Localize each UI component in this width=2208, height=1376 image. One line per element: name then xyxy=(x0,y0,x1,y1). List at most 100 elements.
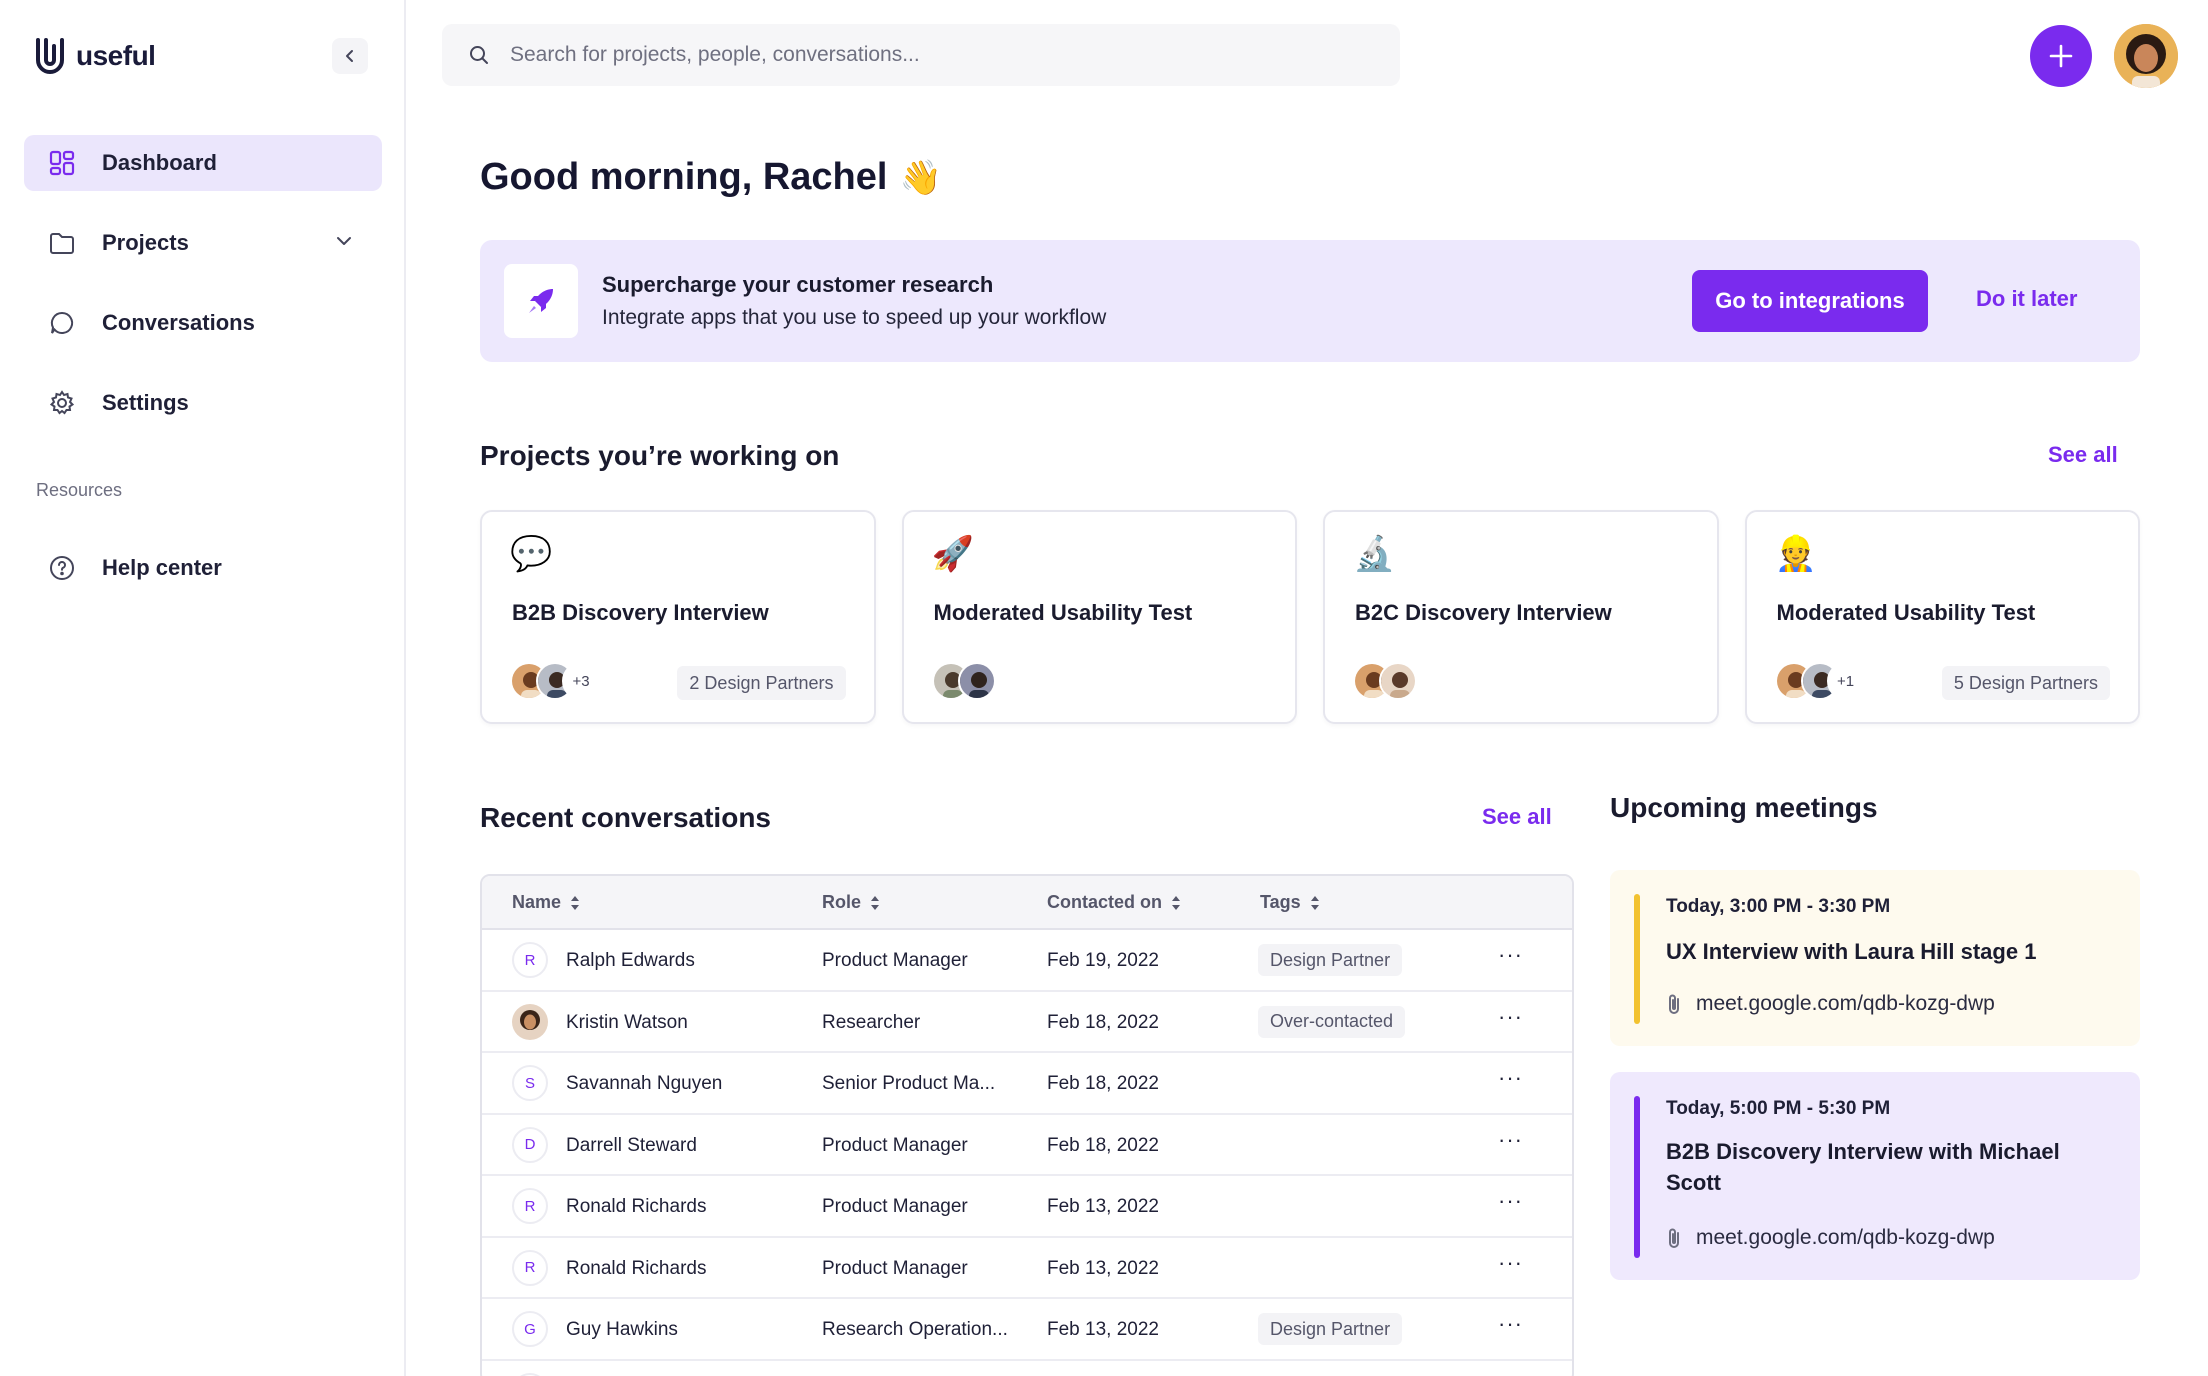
conversations-section-title: Recent conversations xyxy=(480,802,771,833)
project-card[interactable]: 👷 Moderated Usability Test +1 5 Design P… xyxy=(1744,510,2140,724)
more-actions-icon[interactable]: ··· xyxy=(1498,1127,1523,1153)
contacted-date: Feb 18, 2022 xyxy=(1047,1011,1159,1033)
contact-role: Researcher xyxy=(822,1011,921,1033)
table-row[interactable]: G Guy Hawkins Research Operation... Feb … xyxy=(482,1299,1572,1361)
table-row[interactable]: S Savannah Nguyen Senior Product Ma... F… xyxy=(482,1053,1572,1115)
table-row[interactable]: R Ronald Richards Product Manager Feb 13… xyxy=(482,1176,1572,1238)
sidebar-item-label: Settings xyxy=(102,390,189,415)
meeting-title: UX Interview with Laura Hill stage 1 xyxy=(1666,939,2037,964)
table-row[interactable]: D Darrell Steward Product Manager Feb 18… xyxy=(482,1115,1572,1176)
meeting-time: Today, 3:00 PM - 3:30 PM xyxy=(1666,896,1891,917)
sidebar-item-label: Conversations xyxy=(102,310,255,335)
sidebar-item-settings[interactable]: Settings xyxy=(24,375,382,431)
more-actions-icon[interactable]: ··· xyxy=(1498,1065,1523,1091)
meeting-accent-bar xyxy=(1634,1096,1640,1258)
contacted-date: Feb 13, 2022 xyxy=(1047,1196,1159,1217)
chat-bubble-icon xyxy=(48,309,76,337)
sidebar-item-dashboard[interactable]: Dashboard xyxy=(24,135,382,191)
tag-badge: Design Partner xyxy=(1258,944,1403,976)
app-logo[interactable]: useful xyxy=(34,34,156,78)
project-members: +3 xyxy=(510,662,600,700)
more-actions-icon[interactable]: ··· xyxy=(1498,1250,1523,1276)
column-header-tags[interactable]: Tags xyxy=(1260,892,1321,913)
contact-name: Guy Hawkins xyxy=(566,1319,678,1340)
contact-name: Darrell Steward xyxy=(566,1134,697,1156)
contacted-date: Feb 18, 2022 xyxy=(1047,1134,1159,1156)
logo-mark-icon xyxy=(36,38,64,74)
add-new-button[interactable] xyxy=(2030,25,2092,87)
contact-photo-avatar xyxy=(512,1003,548,1040)
meeting-card[interactable]: Today, 5:00 PM - 5:30 PM B2B Discovery I… xyxy=(1610,1072,2140,1280)
sidebar-item-label: Projects xyxy=(102,230,189,255)
project-name: Moderated Usability Test xyxy=(1776,600,2036,625)
member-avatar xyxy=(1379,662,1417,700)
do-it-later-button[interactable]: Do it later xyxy=(1976,286,2077,312)
sidebar-item-conversations[interactable]: Conversations xyxy=(24,295,382,351)
column-header-name[interactable]: Name xyxy=(512,892,581,913)
collapse-sidebar-button[interactable] xyxy=(332,38,368,74)
contact-role: Product Manager xyxy=(822,950,968,971)
dashboard-icon xyxy=(48,149,76,177)
waving-hand-emoji: 👋 xyxy=(899,158,942,197)
projects-see-all-link[interactable]: See all xyxy=(2048,442,2118,468)
search-icon xyxy=(470,46,488,64)
rocket-icon xyxy=(504,264,578,338)
table-row[interactable]: Kristin Watson Researcher Feb 18, 2022 O… xyxy=(482,992,1572,1053)
project-card[interactable]: 💬 B2B Discovery Interview +3 2 Design Pa… xyxy=(480,510,876,724)
project-cards: 💬 B2B Discovery Interview +3 2 Design Pa… xyxy=(480,510,2140,726)
help-section: Help center xyxy=(24,540,382,620)
sidebar-item-label: Dashboard xyxy=(102,150,217,175)
search-bar[interactable] xyxy=(442,24,1400,86)
more-actions-icon[interactable]: ··· xyxy=(1498,942,1523,968)
resources-heading: Resources xyxy=(36,480,123,500)
sort-icon xyxy=(871,895,880,910)
chevron-down-icon[interactable] xyxy=(334,231,354,256)
project-card[interactable]: 🔬 B2C Discovery Interview xyxy=(1323,510,1719,724)
integrations-banner: Supercharge your customer research Integ… xyxy=(480,240,2140,362)
rocket-emoji: 🚀 xyxy=(931,535,974,573)
search-input[interactable] xyxy=(510,43,1310,67)
sort-icon xyxy=(1172,895,1180,910)
project-members xyxy=(931,662,996,700)
go-to-integrations-button[interactable]: Go to integrations xyxy=(1692,270,1928,332)
project-name: Moderated Usability Test xyxy=(933,600,1193,625)
meeting-link[interactable]: meet.google.com/qdb-kozg-dwp xyxy=(1666,1226,1995,1250)
more-actions-icon[interactable]: ··· xyxy=(1498,1311,1523,1337)
tag-badge: Over-contacted xyxy=(1258,1005,1406,1038)
meeting-card[interactable]: Today, 3:00 PM - 3:30 PM UX Interview wi… xyxy=(1610,870,2140,1046)
contact-initial-avatar: R xyxy=(512,1188,548,1224)
contact-name: Ronald Richards xyxy=(566,1196,707,1217)
contact-initial-avatar: R xyxy=(512,942,548,978)
folder-icon xyxy=(48,229,76,257)
user-avatar[interactable] xyxy=(2114,24,2178,88)
construction-worker-emoji: 👷 xyxy=(1774,535,1817,573)
microscope-emoji: 🔬 xyxy=(1353,535,1396,573)
contact-initial-avatar: R xyxy=(512,1249,548,1286)
meeting-link[interactable]: meet.google.com/qdb-kozg-dwp xyxy=(1666,992,1995,1016)
column-header-role[interactable]: Role xyxy=(822,892,881,913)
table-row[interactable]: R Ronald Richards Product Manager Feb 13… xyxy=(482,1238,1572,1299)
members-more-count: +3 xyxy=(562,662,600,700)
table-row[interactable]: R Ralph Edwards Product Manager Feb 19, … xyxy=(482,930,1572,992)
table-row[interactable] xyxy=(482,1361,1572,1376)
projects-section-title: Projects you’re working on xyxy=(480,440,840,471)
user-avatar-photo xyxy=(2114,24,2178,88)
table-header: Name Role Contacted on Tags xyxy=(482,876,1572,930)
column-header-contacted-on[interactable]: Contacted on xyxy=(1047,892,1182,913)
member-avatar xyxy=(957,662,996,700)
members-more-count: +1 xyxy=(1826,662,1865,700)
more-actions-icon[interactable]: ··· xyxy=(1498,1004,1523,1030)
help-circle-icon xyxy=(48,554,76,582)
conversations-see-all-link[interactable]: See all xyxy=(1482,804,1552,830)
project-card[interactable]: 🚀 Moderated Usability Test xyxy=(901,510,1297,724)
speech-bubble-emoji: 💬 xyxy=(510,535,553,573)
meeting-link-url: meet.google.com/qdb-kozg-dwp xyxy=(1696,1226,1995,1249)
more-actions-icon[interactable]: ··· xyxy=(1498,1188,1523,1214)
sidebar-item-help-center[interactable]: Help center xyxy=(24,540,382,596)
contact-role: Senior Product Ma... xyxy=(822,1073,996,1094)
chevron-left-icon xyxy=(346,50,353,62)
design-partners-badge: 2 Design Partners xyxy=(677,666,846,700)
sidebar-item-projects[interactable]: Projects xyxy=(24,215,382,271)
contact-initial-avatar: S xyxy=(512,1065,548,1101)
contact-name: Ralph Edwards xyxy=(566,950,695,971)
